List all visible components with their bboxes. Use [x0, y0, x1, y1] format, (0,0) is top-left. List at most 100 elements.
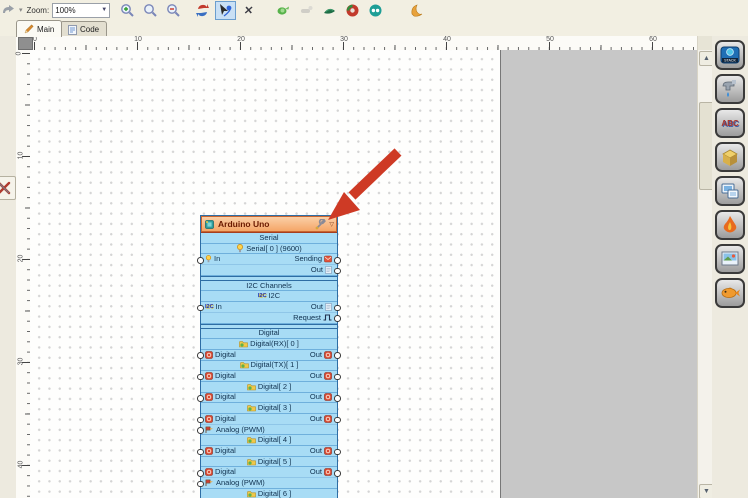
canvas-outside-area	[501, 50, 697, 498]
pin-row: Digital Out	[197, 371, 341, 382]
upload-icon[interactable]	[406, 1, 427, 20]
wire-mode-icon[interactable]	[215, 0, 237, 20]
zoom-normal-icon[interactable]	[140, 1, 161, 20]
svg-text:STACK: STACK	[724, 59, 736, 63]
m5stack-category-icon[interactable]: STACK	[715, 40, 745, 70]
pin-row: Digital Out	[197, 392, 341, 404]
zoom-label: Zoom:	[26, 5, 50, 15]
digital-pin-icon	[324, 468, 332, 477]
output-pin[interactable]	[334, 395, 341, 402]
lamp-icon	[205, 255, 212, 263]
output-pin[interactable]	[334, 267, 341, 275]
output-pin[interactable]	[334, 416, 341, 424]
channel-title: Digital(TX)[ 1 ]	[201, 360, 337, 372]
package-category-icon[interactable]	[715, 142, 745, 172]
vertical-ruler: 0 10 20 30 40	[15, 50, 31, 498]
ruler-origin-square	[18, 37, 33, 50]
channel-title: Serial[ 0 ] (9600)	[201, 244, 337, 255]
lamp-icon	[236, 244, 244, 253]
text-category-icon[interactable]: ABC	[715, 108, 745, 138]
tab-main-label: Main	[37, 24, 55, 34]
output-pin[interactable]	[334, 352, 341, 360]
tab-main[interactable]: Main	[16, 20, 63, 37]
square-wave-icon	[323, 314, 332, 321]
component-header[interactable]: Arduino Uno ▽	[201, 216, 337, 233]
undo-dropdown[interactable]: ▾	[19, 6, 23, 14]
arduino-uno-component[interactable]: Arduino Uno ▽ Serial Serial[ 0 ] (9600) …	[197, 215, 341, 498]
pin-row: Digital Out	[197, 414, 341, 425]
component-green-icon[interactable]	[273, 1, 294, 20]
output-pin[interactable]	[334, 304, 341, 312]
h-ruler-20: 20	[237, 36, 245, 43]
channel-title: Digital[ 3 ]	[201, 403, 337, 414]
v-ruler-20: 20	[17, 254, 25, 263]
h-ruler-0: 0	[33, 36, 37, 43]
pin-row: Analog (PWM)	[197, 478, 337, 489]
pin-row: Digital Out	[197, 350, 341, 361]
pin-row: In Sending	[197, 254, 341, 266]
ruler-corner	[16, 36, 34, 51]
display-category-icon[interactable]	[715, 176, 745, 206]
chevron-down-icon: ▼	[101, 7, 108, 13]
folder-icon	[239, 340, 248, 348]
undo-icon[interactable]	[0, 1, 18, 20]
canvas-vertical-scrollbar[interactable]: ▲ ▼	[697, 36, 714, 498]
component-title: Arduino Uno	[218, 219, 270, 229]
zoom-in-icon[interactable]	[117, 1, 138, 20]
output-pin[interactable]	[334, 470, 341, 477]
channel-title: Digital(RX)[ 0 ]	[201, 339, 337, 350]
build-icon[interactable]	[342, 1, 363, 20]
component-gray-icon[interactable]	[296, 1, 317, 20]
v-ruler-40: 40	[17, 460, 25, 469]
digital-pin-icon	[205, 415, 213, 423]
tools-button[interactable]	[0, 176, 16, 200]
chip-icon	[204, 219, 215, 230]
component-palette: STACK ABC	[712, 36, 748, 498]
reconnect-icon[interactable]	[192, 1, 213, 20]
pin-row: Digital Out	[197, 446, 341, 457]
h-ruler-50: 50	[546, 36, 554, 43]
clipboard-icon	[325, 303, 332, 311]
v-ruler-30: 30	[17, 357, 25, 366]
left-panel-strip	[0, 36, 17, 498]
h-ruler-40: 40	[443, 36, 451, 43]
output-pin[interactable]	[334, 256, 341, 264]
clipboard-icon	[325, 266, 332, 274]
fish-category-icon[interactable]	[715, 278, 745, 308]
tab-code[interactable]: Code	[60, 21, 108, 37]
folder-icon	[247, 436, 256, 444]
i2c-icon: I2C	[205, 303, 214, 310]
water-category-icon[interactable]	[715, 74, 745, 104]
visuino-window: ▾ Zoom: 100% ▼ ✕ Main Code 0 10 20 30 40…	[0, 0, 748, 498]
digital-pin-icon	[324, 350, 332, 359]
h-ruler-60: 60	[649, 36, 657, 43]
analog-pwm-icon	[205, 426, 214, 434]
fire-category-icon[interactable]	[715, 210, 745, 240]
v-ruler-10: 10	[17, 151, 25, 160]
i2c-icon: I2C	[257, 293, 267, 300]
output-pin[interactable]	[334, 315, 341, 322]
v-ruler-0: 0	[15, 51, 23, 56]
connect-icon[interactable]	[365, 1, 386, 20]
output-pin[interactable]	[334, 373, 341, 381]
digital-pin-icon	[205, 447, 213, 455]
digital-pin-icon	[205, 372, 213, 380]
pin-row: Out	[201, 265, 341, 276]
scrollbar-corner	[698, 36, 713, 50]
component-dropdown-icon[interactable]: ▽	[329, 221, 334, 228]
zoom-out-icon[interactable]	[163, 1, 184, 20]
zoom-select[interactable]: 100% ▼	[52, 2, 111, 18]
digital-pin-icon	[324, 415, 332, 423]
tab-code-label: Code	[80, 25, 100, 34]
h-ruler-10: 10	[134, 36, 142, 43]
wrench-icon[interactable]	[315, 218, 327, 230]
output-pin[interactable]	[334, 448, 341, 456]
section-title: Serial	[201, 233, 337, 244]
image-category-icon[interactable]	[715, 244, 745, 274]
channel-title: I2C I2C	[201, 291, 337, 303]
channel-title: Digital[ 6 ]	[201, 489, 337, 498]
delete-icon[interactable]: ✕	[238, 1, 259, 20]
sheet-tabbar: Main Code	[0, 20, 748, 37]
component-darkgreen-icon[interactable]	[319, 1, 340, 20]
pin-row: Analog (PWM)	[197, 425, 337, 436]
